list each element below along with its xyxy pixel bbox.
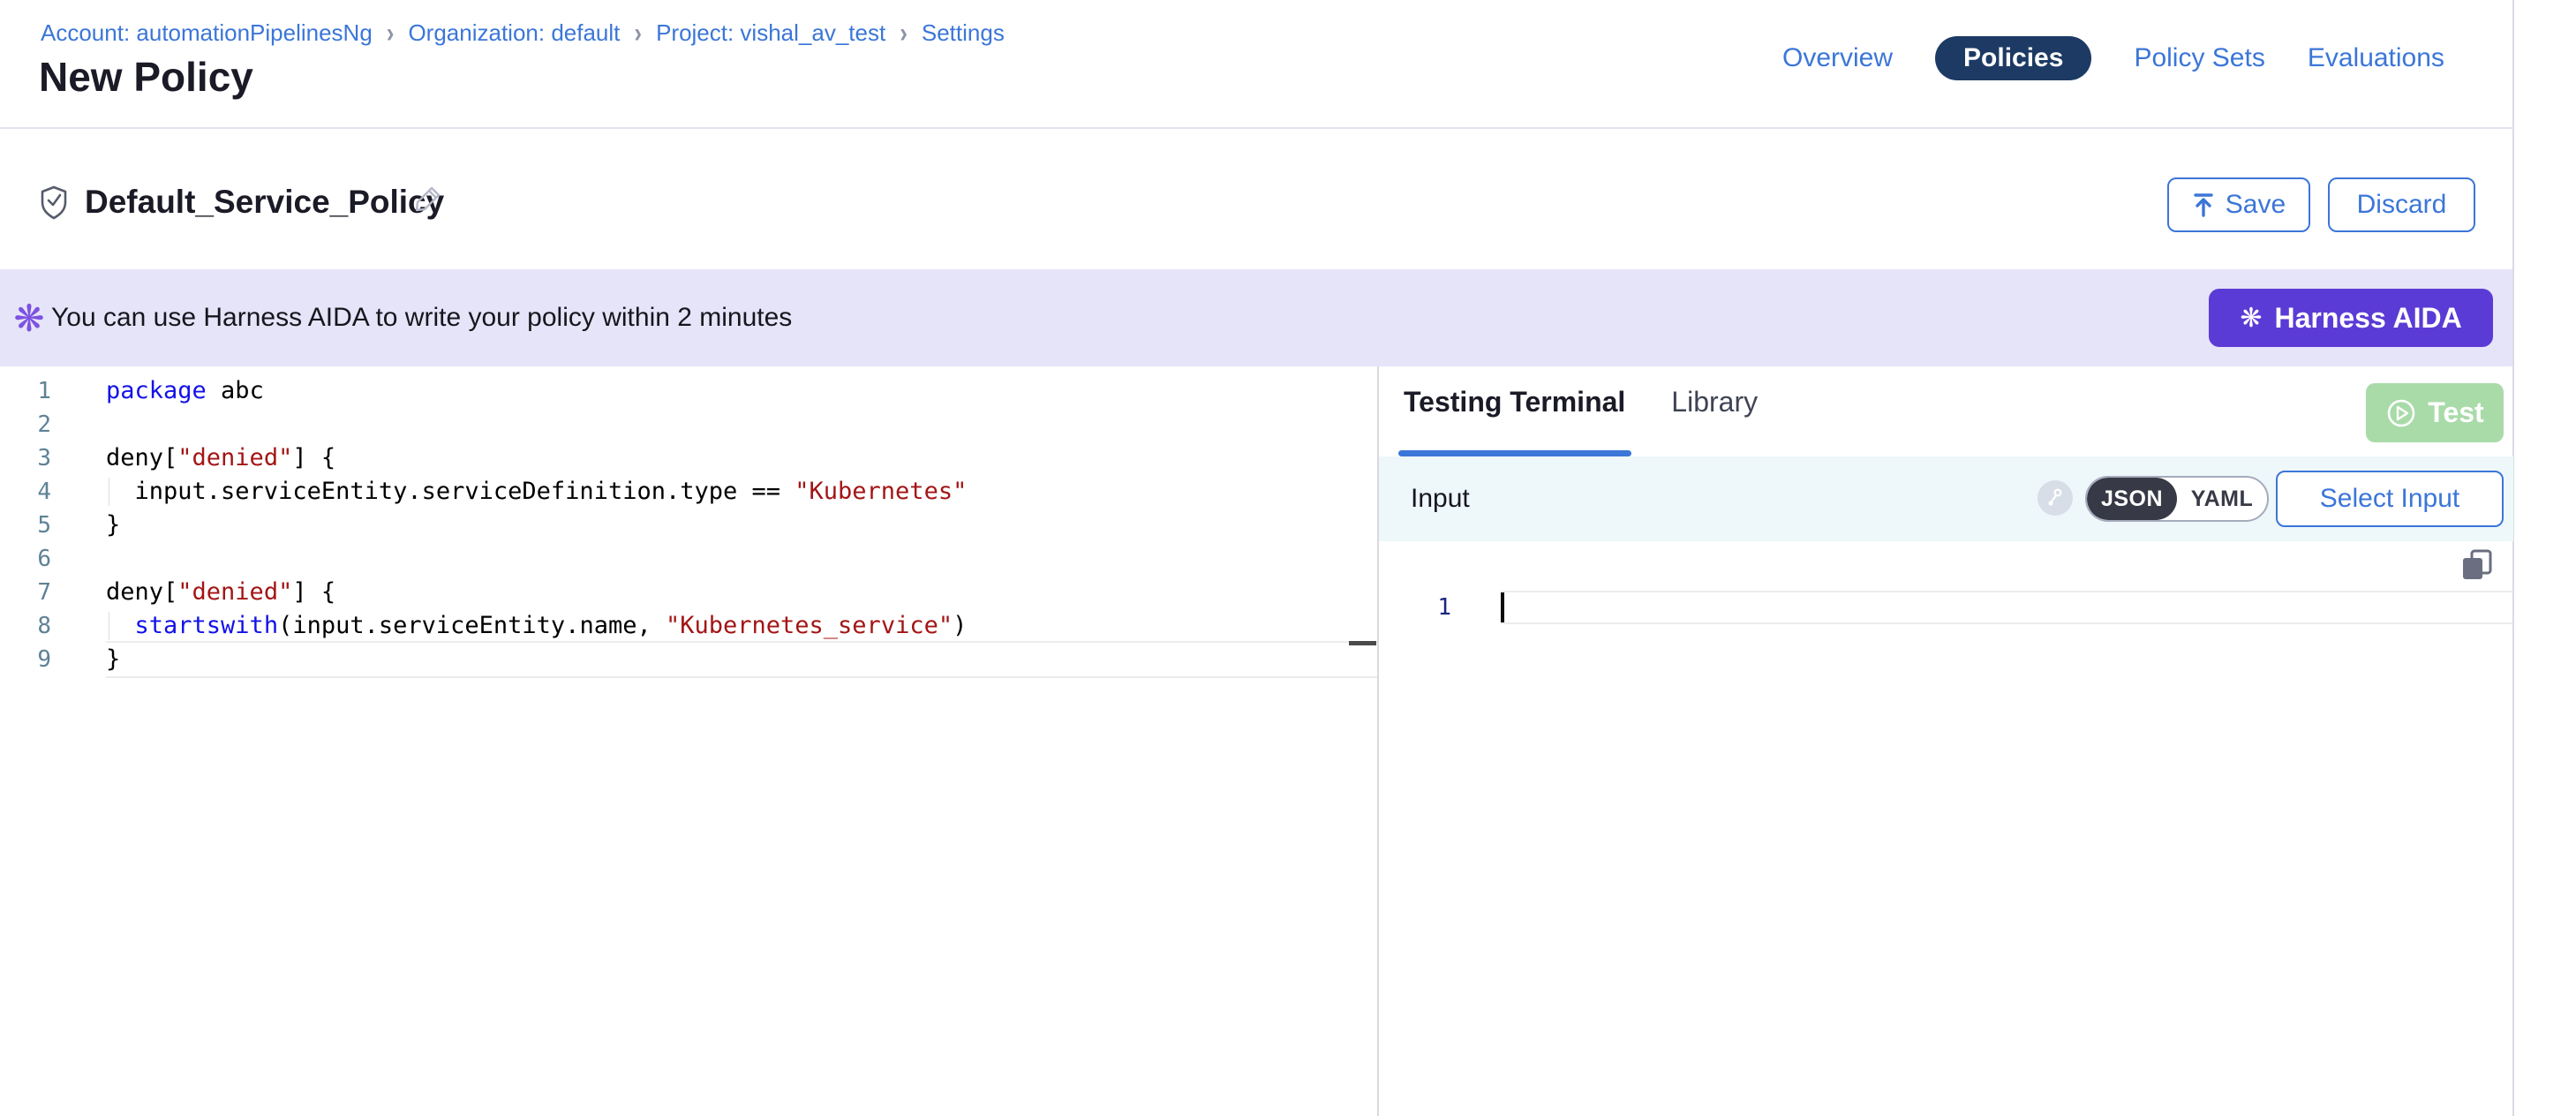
code-content: } [106,509,1377,542]
tab-overview[interactable]: Overview [1782,43,1893,73]
page-title: New Policy [39,53,253,101]
code-content: } [106,643,1377,676]
cursor-position-marker [1349,641,1376,645]
tab-policy-sets[interactable]: Policy Sets [2134,43,2264,73]
breadcrumb-link[interactable]: Account: automationPipelinesNg [41,19,373,47]
code-token: ] { [292,578,335,606]
line-number: 9 [0,643,51,676]
module-tabs: Overview Policies Policy Sets Evaluations [1782,36,2444,80]
breadcrumb-link[interactable]: Project: vishal_av_test [656,19,885,47]
edit-pencil-icon[interactable] [413,184,443,214]
code-token: ) [953,612,967,639]
code-line[interactable]: 7 deny["denied"] { [0,576,1377,609]
code-content: input.serviceEntity.serviceDefinition.ty… [106,475,1377,509]
code-line[interactable]: 3 deny["denied"] { [0,441,1377,475]
code-token: "denied" [177,578,292,606]
code-token: startswith [135,612,279,639]
tab-evaluations[interactable]: Evaluations [2308,43,2444,73]
code-content: deny["denied"] { [106,576,1377,609]
code-token: (input.serviceEntity.name, [278,612,666,639]
terminal-tabs: Testing Terminal Library [1404,386,1758,418]
aida-sparkle-icon: ❋ [7,269,51,366]
code-line[interactable]: 1 package abc [0,374,1377,408]
discard-button-label: Discard [2357,190,2447,220]
code-token: "Kubernetes" [795,478,967,505]
policy-shield-icon [39,185,69,221]
upload-icon [2192,192,2215,218]
code-line[interactable]: 9} [0,643,1377,676]
code-token: package [106,377,207,404]
tab-policies[interactable]: Policies [1935,36,2091,80]
code-line[interactable]: 6 [0,542,1377,576]
format-option-yaml[interactable]: YAML [2177,478,2267,520]
code-content [106,542,1377,576]
code-line[interactable]: 2 [0,408,1377,441]
line-number: 7 [0,576,51,609]
save-button[interactable]: Save [2167,177,2310,232]
code-token: "Kubernetes_service" [666,612,953,639]
save-button-label: Save [2226,190,2286,220]
line-number: 4 [0,475,51,509]
line-number: 6 [0,542,51,576]
code-line[interactable]: 5} [0,509,1377,542]
input-label: Input [1411,456,1470,541]
breadcrumb-separator: › [900,17,908,49]
input-editor-current-line[interactable] [1501,591,2512,624]
code-token: "denied" [177,444,292,471]
code-content: package abc [106,374,1377,408]
line-number: 3 [0,441,51,475]
input-editor-line-number: 1 [1412,591,1451,624]
aida-banner-message: You can use Harness AIDA to write your p… [51,269,792,366]
line-number: 5 [0,509,51,542]
discard-button[interactable]: Discard [2328,177,2475,232]
code-content [106,408,1377,441]
code-token [106,612,135,639]
rego-editor[interactable]: 1package abc23deny["denied"] {4 input.se… [0,366,1377,1116]
page-header: Account: automationPipelinesNg › Organizat… [0,0,2514,129]
page: Account: automationPipelinesNg › Organizat… [0,0,2576,1116]
breadcrumb-separator: › [387,17,395,49]
line-number: 8 [0,609,51,643]
code-content: startswith(input.serviceEntity.name, "Ku… [106,609,1377,643]
input-editor-cursor [1501,592,1504,622]
select-input-label: Select Input [2320,484,2459,514]
code-token: ] { [292,444,335,471]
test-button[interactable]: Test [2366,383,2504,442]
code-line[interactable]: 4 input.serviceEntity.serviceDefinition.… [0,475,1377,509]
breadcrumb-link[interactable]: Settings [922,19,1005,47]
play-circle-icon [2385,397,2417,429]
aida-button-sparkle-icon: ❋ [2240,303,2262,334]
active-tab-underline [1398,450,1631,456]
copy-icon[interactable] [2459,547,2495,583]
code-token: input.serviceEntity.serviceDefinition.ty… [106,478,795,505]
tab-testing-terminal[interactable]: Testing Terminal [1404,386,1625,418]
select-input-button[interactable]: Select Input [2276,471,2504,527]
code-line[interactable]: 8 startswith(input.serviceEntity.name, "… [0,609,1377,643]
code-token: deny[ [106,444,177,471]
tab-library[interactable]: Library [1671,386,1758,418]
code-token: abc [207,377,264,404]
code-content: deny["denied"] { [106,441,1377,475]
aida-button-label: Harness AIDA [2274,302,2461,335]
harness-aida-button[interactable]: ❋ Harness AIDA [2209,289,2493,347]
breadcrumb: Account: automationPipelinesNg › Organizat… [41,19,1005,47]
line-number: 1 [0,374,51,408]
policy-name: Default_Service_Policy [85,184,444,221]
input-expression-icon[interactable] [2037,480,2073,516]
breadcrumb-separator: › [634,17,642,49]
input-format-toggle: JSONYAML [2085,476,2269,522]
line-number: 2 [0,408,51,441]
code-token: deny[ [106,578,177,606]
aida-banner: ❋ You can use Harness AIDA to write your… [0,269,2514,366]
format-option-json[interactable]: JSON [2087,478,2177,520]
code-token: } [106,511,120,539]
breadcrumb-link[interactable]: Organization: default [408,19,620,47]
test-button-label: Test [2428,396,2483,429]
code-token: } [106,645,120,673]
page-scrollbar-track [2512,0,2514,1116]
